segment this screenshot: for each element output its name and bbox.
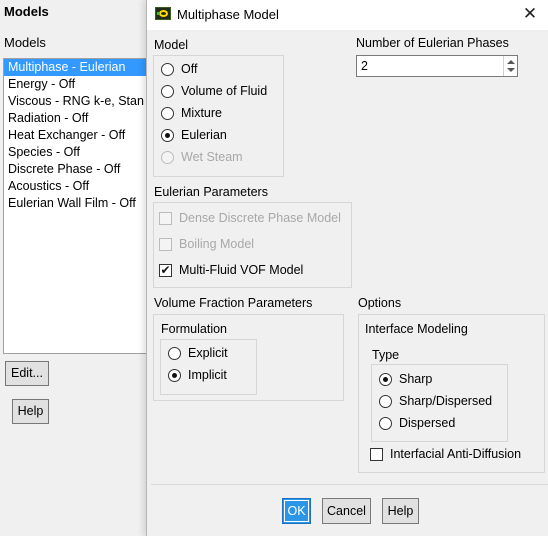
radio-button[interactable] <box>161 84 174 98</box>
eulerian-phases-value[interactable]: 2 <box>361 59 368 73</box>
models-list-item[interactable]: Energy - Off <box>4 76 152 93</box>
interface-type-label: Dispersed <box>399 416 456 430</box>
model-option-label: Volume of Fluid <box>181 84 268 98</box>
model-option-volume-of-fluid[interactable]: Volume of Fluid <box>161 84 267 98</box>
model-option-label: Off <box>181 62 198 76</box>
models-list-label: Models <box>4 35 46 50</box>
model-option-label: Mixture <box>181 106 222 120</box>
models-list-item[interactable]: Multiphase - Eulerian <box>4 59 152 76</box>
radio-button <box>161 150 174 164</box>
interface-type-sharp-dispersed[interactable]: Sharp/Dispersed <box>379 394 492 408</box>
radio-button-selected[interactable] <box>161 128 174 142</box>
dialog-titlebar[interactable]: Multiphase Model ✕ <box>147 0 548 30</box>
edit-button[interactable]: Edit... <box>5 361 49 386</box>
models-list-item[interactable]: Species - Off <box>4 144 152 161</box>
eulerian-phases-spinner[interactable]: 2 <box>356 55 518 77</box>
model-option-label: Eulerian <box>181 128 227 142</box>
type-label: Type <box>372 348 400 362</box>
fluent-app-icon <box>155 7 171 20</box>
boiling-model-checkbox: Boiling Model <box>159 237 254 251</box>
radio-button[interactable] <box>379 416 392 430</box>
model-option-eulerian[interactable]: Eulerian <box>161 128 227 142</box>
models-panel: Models Models Multiphase - Eulerian Ener… <box>0 0 153 536</box>
interfacial-anti-diffusion-checkbox[interactable]: Interfacial Anti-Diffusion <box>370 447 521 461</box>
spinner-arrows[interactable] <box>503 56 517 76</box>
button-bar-separator <box>151 484 548 485</box>
models-list-item[interactable]: Heat Exchanger - Off <box>4 127 152 144</box>
volume-fraction-label: Volume Fraction Parameters <box>154 296 313 310</box>
formulation-option-label: Implicit <box>188 368 227 382</box>
radio-button[interactable] <box>161 62 174 76</box>
options-label: Options <box>358 296 402 310</box>
cancel-button[interactable]: Cancel <box>322 498 371 524</box>
radio-button-selected[interactable] <box>168 368 181 382</box>
interface-modeling-label: Interface Modeling <box>365 322 468 336</box>
checkbox-label: Dense Discrete Phase Model <box>179 211 341 225</box>
model-option-wet-steam: Wet Steam <box>161 150 243 164</box>
models-list-item[interactable]: Viscous - RNG k-e, Stan <box>4 93 152 110</box>
formulation-explicit[interactable]: Explicit <box>168 346 228 360</box>
model-option-mixture[interactable]: Mixture <box>161 106 222 120</box>
spinner-up-arrow-icon[interactable] <box>507 60 515 64</box>
checkbox <box>159 211 172 225</box>
models-list-item[interactable]: Eulerian Wall Film - Off <box>4 195 152 212</box>
formulation-option-label: Explicit <box>188 346 228 360</box>
checkbox[interactable] <box>370 447 383 461</box>
eulerian-phases-label: Number of Eulerian Phases <box>356 36 509 50</box>
interface-type-dispersed[interactable]: Dispersed <box>379 416 455 430</box>
model-option-off[interactable]: Off <box>161 62 197 76</box>
spinner-down-arrow-icon[interactable] <box>507 68 515 72</box>
checkbox-label: Boiling Model <box>179 237 255 251</box>
models-list-item[interactable]: Discrete Phase - Off <box>4 161 152 178</box>
radio-button[interactable] <box>161 106 174 120</box>
model-group-label: Model <box>154 38 189 52</box>
models-help-button[interactable]: Help <box>12 399 49 424</box>
dialog-title: Multiphase Model <box>177 7 279 22</box>
ok-button[interactable]: OK <box>282 498 311 524</box>
dense-discrete-phase-checkbox: Dense Discrete Phase Model <box>159 211 341 225</box>
radio-button-selected[interactable] <box>379 372 392 386</box>
formulation-implicit[interactable]: Implicit <box>168 368 227 382</box>
radio-button[interactable] <box>379 394 392 408</box>
formulation-label: Formulation <box>161 322 227 336</box>
multiphase-model-dialog: Multiphase Model ✕ Model Off Volume of F… <box>146 0 548 536</box>
checkbox <box>159 237 172 251</box>
models-panel-title: Models <box>4 4 49 19</box>
eulerian-parameters-label: Eulerian Parameters <box>154 185 268 199</box>
model-option-label: Wet Steam <box>181 150 243 164</box>
radio-button[interactable] <box>168 346 181 360</box>
models-list-item[interactable]: Acoustics - Off <box>4 178 152 195</box>
checkbox-label: Multi-Fluid VOF Model <box>179 263 304 277</box>
checkmark-icon[interactable]: ✔ <box>159 263 172 277</box>
checkbox-label: Interfacial Anti-Diffusion <box>390 447 522 461</box>
models-list[interactable]: Multiphase - Eulerian Energy - Off Visco… <box>3 58 153 354</box>
interface-type-label: Sharp <box>399 372 433 386</box>
multi-fluid-vof-checkbox[interactable]: ✔ Multi-Fluid VOF Model <box>159 263 303 277</box>
models-list-item[interactable]: Radiation - Off <box>4 110 152 127</box>
help-button[interactable]: Help <box>382 498 419 524</box>
interface-type-sharp[interactable]: Sharp <box>379 372 432 386</box>
interface-type-label: Sharp/Dispersed <box>399 394 493 408</box>
close-icon[interactable]: ✕ <box>521 4 539 24</box>
